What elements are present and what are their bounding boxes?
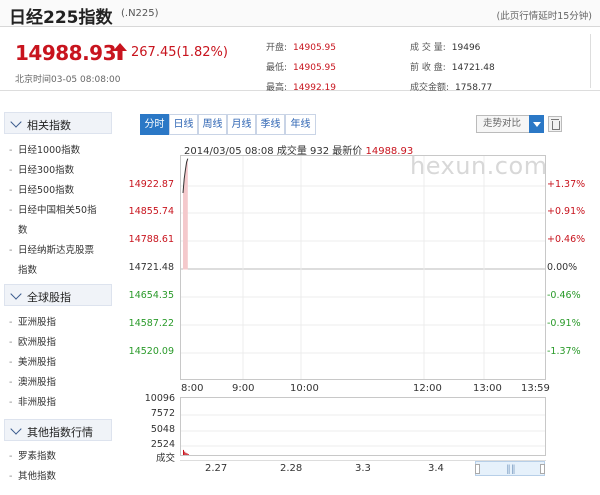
sidebar-item-africa[interactable]: - 非洲股指 [0, 393, 112, 413]
chevron-down-icon [10, 116, 22, 128]
section-title: 其他指数行情 [27, 426, 93, 439]
y-tick-label: 14721.48 [128, 262, 174, 273]
price-chart-plot [181, 156, 545, 379]
x-tick-label: 8:00 [181, 383, 204, 394]
volume-tick-label: 成交 [155, 453, 175, 464]
volume-chart-plot [181, 414, 545, 455]
x-tick-label: 9:00 [232, 383, 255, 394]
y-tick-label: 14922.87 [128, 179, 174, 190]
pct-tick-label: +0.46% [547, 234, 586, 245]
volume-bar [187, 454, 189, 455]
sidebar-item-other[interactable]: - 其他指数 [0, 467, 112, 487]
stat-volume: 成 交 量: 19496 [410, 43, 481, 53]
quote-panel: 14988.93 267.45(1.82%) 北京时间03-05 08:08:0… [0, 28, 600, 93]
compare-select[interactable]: 走势对比 [476, 115, 544, 133]
sidebar-item-nikkei300[interactable]: - 日经300指数 [0, 161, 112, 181]
page-header: 日经225指数 (.N225) (此页行情延时15分钟) [0, 0, 600, 28]
sidebar-item-europe[interactable]: - 欧洲股指 [0, 333, 112, 353]
volume-tick-label: 5048 [150, 424, 175, 435]
page-title: 日经225指数 [9, 8, 113, 28]
volume-tick-label: 2524 [150, 439, 175, 450]
x-tick-label: 12:00 [413, 383, 442, 394]
section-related-indices[interactable]: 相关指数 [4, 112, 112, 134]
tab-weekly[interactable]: 周线 [198, 114, 227, 135]
up-arrow-icon [113, 43, 127, 60]
delay-note: (此页行情延时15分钟) [496, 11, 592, 22]
symbol-code: (.N225) [121, 8, 159, 19]
volume-bar [184, 451, 186, 455]
pct-tick-label: -0.46% [547, 290, 581, 301]
tab-daily[interactable]: 日线 [169, 114, 198, 135]
sidebar-item-australia[interactable]: - 澳洲股指 [0, 373, 112, 393]
x-tick-label: 13:00 [473, 383, 502, 394]
tab-intraday[interactable]: 分时 [140, 114, 169, 135]
x-tick-label: 10:00 [290, 383, 319, 394]
date-tick-label: 2.27 [205, 463, 228, 474]
slider-left-handle[interactable] [475, 464, 480, 474]
tab-yearly[interactable]: 年线 [285, 114, 316, 135]
price-chart[interactable] [180, 155, 546, 380]
volume-bar [185, 452, 187, 455]
sidebar: 相关指数 - 日经1000指数 - 日经300指数 - 日经500指数 - 日经中国相关… [0, 112, 112, 487]
compare-label: 走势对比 [483, 118, 522, 129]
trash-icon[interactable] [548, 116, 562, 132]
grip-icon: ║║ [506, 465, 516, 474]
section-global-indices[interactable]: 全球股指 [4, 284, 112, 306]
date-tick-label: 2.28 [280, 463, 303, 474]
chevron-down-icon [10, 423, 22, 435]
slider-right-handle[interactable] [540, 464, 545, 474]
tab-monthly[interactable]: 月线 [227, 114, 256, 135]
pct-tick-label: +1.37% [547, 179, 586, 190]
y-tick-label: 14788.61 [128, 234, 174, 245]
sidebar-item-russell[interactable]: - 罗素指数 [0, 447, 112, 467]
stat-open: 开盘: 14905.95 [266, 43, 336, 53]
sidebar-item-asia[interactable]: - 亚洲股指 [0, 313, 112, 333]
section-title: 全球股指 [27, 291, 71, 304]
stat-turnover: 成交金额: 1758.77 [410, 83, 493, 93]
last-price: 14988.93 [15, 41, 117, 65]
section-other-indices[interactable]: 其他指数行情 [4, 419, 112, 441]
price-change: 267.45(1.82%) [131, 45, 228, 60]
volume-bar [183, 449, 184, 455]
hexun-logo: hexun.com [410, 152, 548, 180]
sidebar-item-nikkei1000[interactable]: - 日经1000指数 [0, 141, 112, 161]
quote-divider [590, 34, 600, 88]
y-tick-label: 14520.09 [128, 346, 174, 357]
stat-high: 最高: 14992.19 [266, 83, 336, 93]
range-slider[interactable]: ║║ [475, 461, 545, 476]
quote-time: 北京时间03-05 08:08:00 [15, 75, 121, 85]
sidebar-item-nikkei-nasdaq[interactable]: - 日经纳斯达克股票 指数 [0, 241, 112, 281]
sidebar-item-america[interactable]: - 美洲股指 [0, 353, 112, 373]
volume-tick-label: 10096 [144, 393, 175, 404]
sidebar-item-nikkei500[interactable]: - 日经500指数 [0, 181, 112, 201]
y-tick-label: 14855.74 [128, 206, 174, 217]
stat-prev-close: 前 收 盘: 14721.48 [410, 63, 495, 73]
volume-chart[interactable] [180, 397, 546, 456]
pct-tick-label: +0.91% [547, 206, 586, 217]
chevron-down-icon[interactable] [529, 115, 544, 133]
pct-tick-label: 0.00% [547, 262, 578, 273]
pct-tick-label: -0.91% [547, 318, 581, 329]
volume-bar [186, 453, 188, 455]
chevron-down-icon [10, 288, 22, 300]
section-title: 相关指数 [27, 119, 71, 132]
date-tick-label: 3.3 [355, 463, 371, 474]
stat-low: 最低: 14905.95 [266, 63, 336, 73]
y-tick-label: 14654.35 [128, 290, 174, 301]
sidebar-item-nikkei-china50[interactable]: - 日经中国相关50指数 [0, 201, 112, 241]
date-tick-label: 3.4 [428, 463, 444, 474]
x-tick-label: 13:59 [521, 383, 550, 394]
volume-tick-label: 7572 [150, 408, 175, 419]
tab-quarterly[interactable]: 季线 [256, 114, 285, 135]
y-tick-label: 14587.22 [128, 318, 174, 329]
pct-tick-label: -1.37% [547, 346, 581, 357]
price-area [183, 158, 188, 270]
